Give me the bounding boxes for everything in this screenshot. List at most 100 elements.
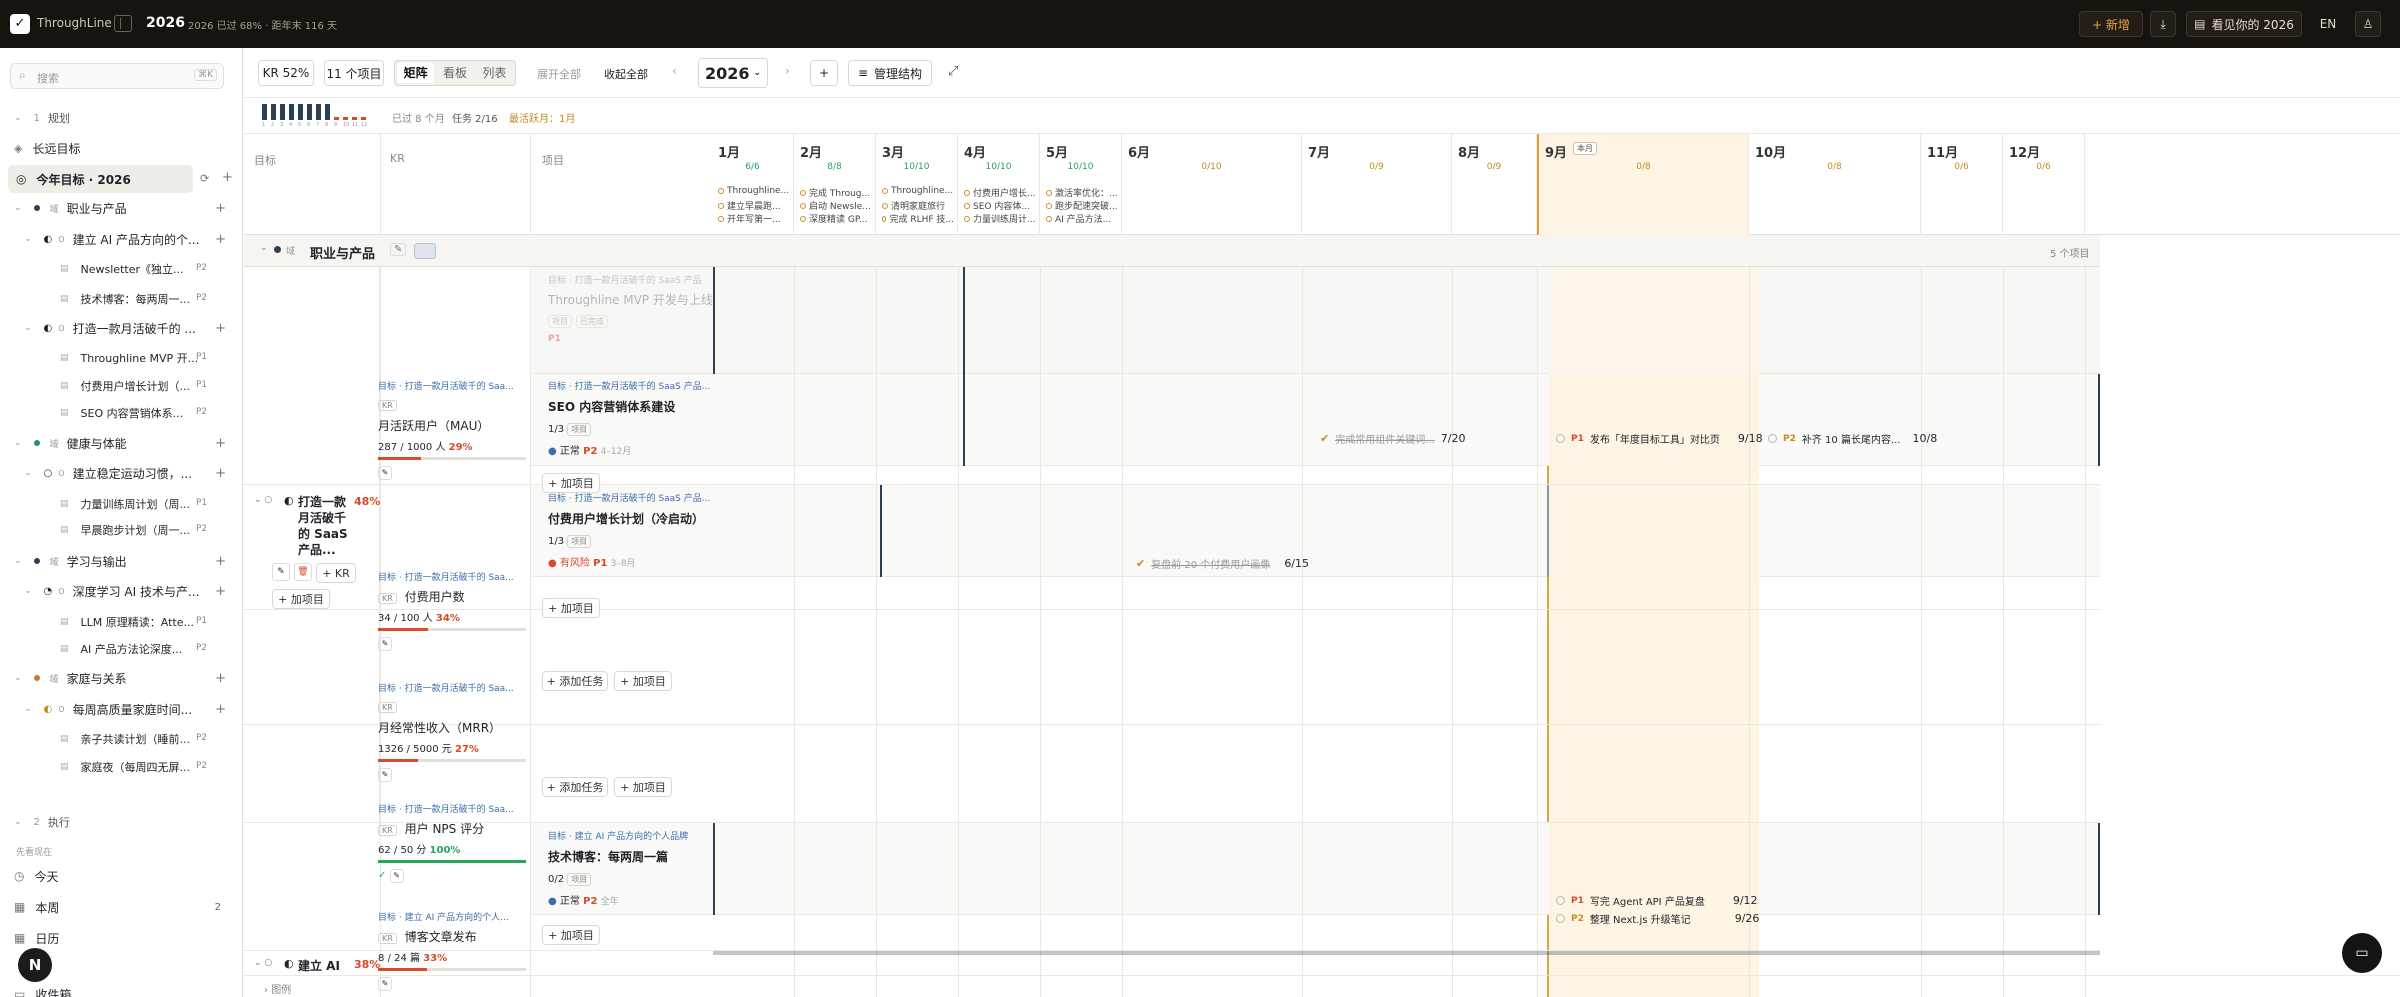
project-paid-users[interactable]: ▤ 付费用户增长计划（... xyxy=(60,376,210,396)
goal-family-time[interactable]: ⌄ ◐ O 每周高质量家庭时间... + xyxy=(24,699,234,719)
month-task[interactable]: 付费用户增长... xyxy=(964,186,1036,199)
month-task[interactable]: 深度精读 GP... xyxy=(800,212,872,225)
app-logo-icon[interactable]: ✓ xyxy=(10,14,30,34)
tab-kanban[interactable]: 看板 xyxy=(436,63,473,83)
tab-matrix[interactable]: 矩阵 xyxy=(397,63,435,83)
language-button[interactable]: EN xyxy=(2310,11,2346,37)
month-task[interactable]: AI 产品方法... xyxy=(1046,212,1118,225)
month-task[interactable]: 激活率优化：... xyxy=(1046,186,1118,199)
add-button[interactable]: + xyxy=(810,60,838,86)
task-done[interactable]: ✔ 完成常用组件关键词... 7/20 xyxy=(1320,431,1465,446)
project-blog[interactable]: ▤ 技术博客：每两周一... xyxy=(60,289,210,309)
project-strength[interactable]: ▤ 力量训练周计划（周... xyxy=(60,494,210,514)
section-planning[interactable]: ⌄ 1 规划 xyxy=(14,108,70,128)
month-task[interactable]: SEO 内容体... xyxy=(964,199,1036,212)
area-health[interactable]: ⌄ 域健康与体能 + xyxy=(14,433,234,453)
add-project-button[interactable]: + 加项目 xyxy=(614,671,672,691)
goal-ai-brand[interactable]: ⌄ ◐ O 建立 AI 产品方向的个... + xyxy=(24,229,234,249)
month-column-1[interactable]: 1月 6/6 Throughline... 建立早晨跑... 开年写第一... xyxy=(712,134,794,235)
project-ai-method[interactable]: ▤ AI 产品方法论深度... xyxy=(60,639,210,659)
month-task[interactable]: Throughline... xyxy=(882,186,954,196)
goal-exercise[interactable]: ⌄ ○ O 建立稳定运动习惯，... + xyxy=(24,463,234,483)
add-project-button[interactable]: + 加项目 xyxy=(614,777,672,797)
kr-card-paid[interactable]: 目标 · 打造一款月活破千的 Saa... KR 付费用户数 34 / 100 … xyxy=(378,570,526,651)
month-column-11[interactable]: 11月 0/6 xyxy=(1921,134,2003,235)
project-running[interactable]: ▤ 早晨跑步计划（周一... xyxy=(60,520,210,540)
month-task[interactable]: Throughline... xyxy=(718,186,790,196)
task-item[interactable]: P1 写完 Agent API 产品复盘 9/12 xyxy=(1556,893,1758,908)
avatar[interactable]: N xyxy=(18,948,52,982)
add-goal-icon[interactable]: + xyxy=(222,170,233,185)
month-task[interactable]: 启动 Newsle... xyxy=(800,199,872,212)
month-column-8[interactable]: 8月 0/9 xyxy=(1452,134,1537,235)
project-card-mvp[interactable]: 目标 · 打造一款月活破千的 SaaS 产品 Throughline MVP 开… xyxy=(548,273,728,344)
legend-toggle[interactable]: › 图例 xyxy=(244,975,2400,997)
task-item[interactable]: P1 发布「年度目标工具」对比页 9/18 xyxy=(1556,431,1763,446)
task-item[interactable]: P2 整理 Next.js 升级笔记 9/26 xyxy=(1556,911,1759,926)
kr-card-mau[interactable]: 目标 · 打造一款月活破千的 Saa... KR 月活跃用户（MAU） 287 … xyxy=(378,379,526,480)
collapse-all-button[interactable]: 收起全部 xyxy=(604,66,648,82)
month-task[interactable]: 清明家庭旅行 xyxy=(882,199,954,212)
section-execution[interactable]: ⌄ 2 执行 xyxy=(14,812,70,832)
area-learning[interactable]: ⌄ 域学习与输出 + xyxy=(14,551,234,571)
project-mvp[interactable]: ▤ Throughline MVP 开... xyxy=(60,348,210,368)
this-year-goals[interactable]: ◎ 今年目标 · 2026 xyxy=(8,165,193,193)
task-done[interactable]: ✔ 复盘前 20 个付费用户画像 6/15 xyxy=(1136,556,1309,571)
user-button[interactable]: ♙ xyxy=(2355,11,2381,37)
year-selector[interactable]: 2026 ⌄ xyxy=(698,58,768,88)
see-2026-button[interactable]: ▤ 看见你的 2026 xyxy=(2186,11,2302,37)
project-card-blog[interactable]: 目标 · 建立 AI 产品方向的个人品牌 技术博客：每两周一篇 0/2 项目 ●… xyxy=(548,829,728,907)
goal-ai-learning[interactable]: ⌄ ◔ O 深度学习 AI 技术与产... + xyxy=(24,581,234,601)
nav-calendar[interactable]: ▦ 日历 xyxy=(14,928,59,948)
month-task[interactable]: 力量训练周计... xyxy=(964,212,1036,225)
month-task[interactable]: 完成 Throug... xyxy=(800,186,872,199)
month-task[interactable]: 开年写第一... xyxy=(718,212,790,225)
month-task[interactable]: 跑步配速突破... xyxy=(1046,199,1118,212)
kr-card-mrr[interactable]: 目标 · 打造一款月活破千的 Saa... KR 月经常性收入（MRR） 132… xyxy=(378,681,526,782)
nav-today[interactable]: ◷ 今天 xyxy=(14,866,59,886)
expand-all-button[interactable]: 展开全部 xyxy=(537,66,581,82)
project-newsletter[interactable]: ▤ Newsletter《独立... xyxy=(60,259,210,279)
project-reading[interactable]: ▤ 亲子共读计划（睡前... xyxy=(60,729,210,749)
prev-year-icon[interactable]: ‹ xyxy=(672,64,677,78)
project-family-night[interactable]: ▤ 家庭夜（每周四无屏... xyxy=(60,757,210,777)
add-project-button[interactable]: + 加项目 xyxy=(542,473,600,493)
month-column-2[interactable]: 2月 8/8 完成 Throug... 启动 Newsle... 深度精读 GP... xyxy=(794,134,876,235)
month-column-6[interactable]: 6月 0/10 xyxy=(1122,134,1302,235)
month-column-5[interactable]: 5月 10/10 激活率优化：... 跑步配速突破... AI 产品方法... xyxy=(1040,134,1122,235)
task-item[interactable]: P2 补齐 10 篇长尾内容... 10/8 xyxy=(1768,431,1937,446)
tab-list[interactable]: 列表 xyxy=(476,63,513,83)
month-column-12[interactable]: 12月 0/6 xyxy=(2003,134,2085,235)
edit-icon[interactable]: ✎ xyxy=(390,243,407,256)
area-career[interactable]: ⌄ 域职业与产品 + xyxy=(14,198,234,218)
month-task[interactable]: 完成 RLHF 技... xyxy=(882,212,954,225)
month-column-7[interactable]: 7月 0/9 xyxy=(1302,134,1452,235)
month-column-10[interactable]: 10月 0/8 xyxy=(1749,134,1921,235)
month-task[interactable]: 建立早晨跑... xyxy=(718,199,790,212)
manage-structure-button[interactable]: ≡ 管理结构 xyxy=(848,60,932,86)
new-button[interactable]: + 新增 xyxy=(2079,11,2143,37)
project-card-seo[interactable]: 目标 · 打造一款月活破千的 SaaS 产品... SEO 内容营销体系建设 1… xyxy=(548,379,728,457)
goal-saas[interactable]: ⌄ ◐ O 打造一款月活破千的 ... + xyxy=(24,318,234,338)
search-input[interactable]: ⌕ 搜索 ⌘K xyxy=(10,63,224,89)
project-seo[interactable]: ▤ SEO 内容营销体系... xyxy=(60,403,210,423)
nav-this-week[interactable]: ▦ 本周 2 xyxy=(14,897,229,917)
kr-card-nps[interactable]: 目标 · 打造一款月活破千的 Saa... KR 用户 NPS 评分 62 / … xyxy=(378,802,526,883)
month-column-3[interactable]: 3月 10/10 Throughline... 清明家庭旅行 完成 RLHF 技... xyxy=(876,134,958,235)
chat-button[interactable]: ▭ xyxy=(2342,933,2382,973)
month-column-4[interactable]: 4月 10/10 付费用户增长... SEO 内容体... 力量训练周计... xyxy=(958,134,1040,235)
project-llm[interactable]: ▤ LLM 原理精读：Atte... xyxy=(60,612,210,632)
project-card-paid[interactable]: 目标 · 打造一款月活破千的 SaaS 产品... 付费用户增长计划（冷启动） … xyxy=(548,491,728,569)
nav-inbox[interactable]: ▭ 收件箱 xyxy=(14,984,71,997)
download-button[interactable]: ⤓ xyxy=(2150,11,2176,37)
goal-title[interactable]: 建立 AI xyxy=(298,957,340,974)
sidebar-toggle-icon[interactable] xyxy=(114,15,132,32)
add-project-button[interactable]: + 加项目 xyxy=(542,925,600,945)
add-project-button[interactable]: + 加项目 xyxy=(542,598,600,618)
area-family[interactable]: ⌄ 域家庭与关系 + xyxy=(14,668,234,688)
long-term-goals[interactable]: ◈ 长远目标 xyxy=(14,138,80,158)
collapse-toggle[interactable] xyxy=(414,243,436,259)
next-year-icon[interactable]: › xyxy=(785,64,790,78)
chevron-down-icon[interactable]: ⌄ xyxy=(260,243,268,253)
fullscreen-icon[interactable]: ⤢ xyxy=(948,64,958,79)
